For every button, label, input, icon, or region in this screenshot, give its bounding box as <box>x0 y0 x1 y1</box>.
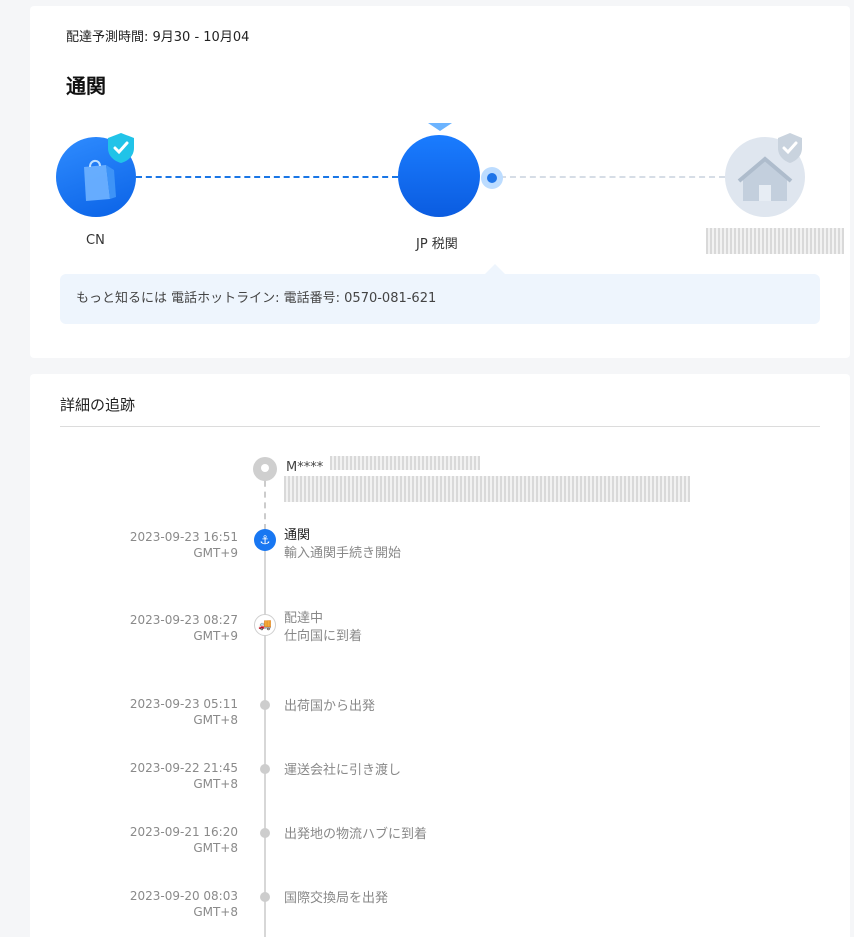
event-description: 輸入通関手続き開始 <box>284 546 402 561</box>
status-title: 通関 <box>66 74 106 98</box>
progress-line-complete <box>136 176 398 178</box>
hotline-banner: もっと知るには 電話ホットライン: 電話番号: 0570-081-621 <box>60 274 820 324</box>
event-description: 仕向国に到着 <box>284 629 363 644</box>
redacted-destination <box>706 228 844 254</box>
verified-shield-icon <box>108 133 134 163</box>
event-description: 国際交換局を出発 <box>284 891 389 906</box>
customs-anchor-icon: ⚓ <box>254 529 276 551</box>
location-pin-icon <box>253 457 277 481</box>
event-time: 2023-09-21 16:20 GMT+8 <box>129 825 238 855</box>
dot-icon <box>260 700 270 710</box>
event-time: 2023-09-20 08:03 GMT+8 <box>129 889 238 919</box>
shipment-summary-card: 配達予測時間: 9月30 - 10月04 通関 CN JP 税関 もっと知るには… <box>30 6 850 358</box>
tracking-event: 2023-09-20 08:03 GMT+8 国際交換局を出発 <box>30 888 850 928</box>
divider <box>60 426 820 427</box>
progress-node-customs <box>398 135 480 217</box>
event-description: 出荷国から出発 <box>284 699 376 714</box>
tracking-event: 2023-09-22 21:45 GMT+8 運送会社に引き渡し <box>30 760 850 800</box>
tracking-event: 2023-09-23 05:11 GMT+8 出荷国から出発 <box>30 696 850 736</box>
event-time: 2023-09-23 05:11 GMT+8 <box>129 697 238 727</box>
current-step-dot <box>481 167 503 189</box>
event-status: 通関 <box>284 528 311 543</box>
tracking-detail-card: 詳細の追跡 M**** 2023-09-23 16:51 GMT+9 ⚓ 通関 輸… <box>30 374 850 937</box>
tracking-event: 2023-09-21 16:20 GMT+8 出発地の物流ハブに到着 <box>30 824 850 864</box>
dot-icon <box>260 892 270 902</box>
truck-icon: 🚚 <box>254 614 276 636</box>
dot-icon <box>260 828 270 838</box>
detail-title: 詳細の追跡 <box>60 396 136 414</box>
dot-icon <box>260 764 270 774</box>
progress-line-pending <box>500 176 725 178</box>
node-label-customs: JP 税関 <box>416 237 458 252</box>
event-time: 2023-09-23 16:51 GMT+9 <box>129 530 238 560</box>
event-status: 配達中 <box>284 611 324 626</box>
shield-check-icon <box>778 133 802 163</box>
current-position-marker <box>428 123 452 131</box>
event-description: 運送会社に引き渡し <box>284 763 402 778</box>
event-description: 出発地の物流ハブに到着 <box>284 827 428 842</box>
tracking-event: 2023-09-23 08:27 GMT+9 🚚 配達中 仕向国に到着 <box>30 611 850 652</box>
redacted-address-line-2 <box>284 476 690 502</box>
node-label-origin: CN <box>86 233 105 248</box>
event-time: 2023-09-22 21:45 GMT+8 <box>129 761 238 791</box>
event-time: 2023-09-23 08:27 GMT+9 <box>129 613 238 643</box>
redacted-address-line-1 <box>330 456 480 470</box>
hotline-pointer <box>485 264 505 274</box>
recipient-name: M**** <box>286 460 324 475</box>
tracking-event: 2023-09-23 16:51 GMT+9 ⚓ 通関 輸入通関手続き開始 <box>30 528 850 569</box>
eta-text: 配達予測時間: 9月30 - 10月04 <box>66 30 250 45</box>
timeline-line <box>264 540 266 937</box>
